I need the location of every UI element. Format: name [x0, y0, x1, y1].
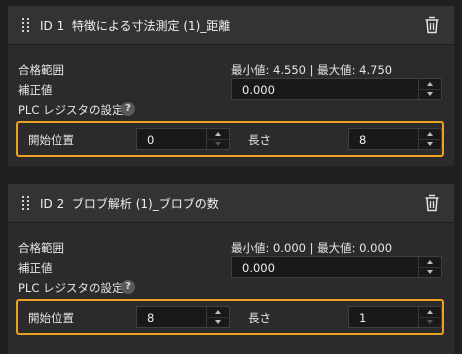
spin-down-icon[interactable] [207, 139, 228, 149]
help-icon[interactable]: ? [121, 102, 135, 116]
correction-label: 補正値 [18, 261, 53, 275]
correction-value: 0.000 [242, 83, 275, 97]
plc-settings-label: PLC レジスタの設定 [18, 281, 124, 295]
start-position-value: 8 [147, 311, 155, 325]
drag-handle-icon[interactable] [21, 196, 31, 210]
panel-header: ID 1 特徴による寸法測定 (1)_距離 [8, 6, 454, 45]
start-position-spinbox[interactable]: 0 [136, 128, 230, 150]
help-icon[interactable]: ? [121, 280, 135, 294]
correction-value: 0.000 [242, 261, 275, 275]
pass-range-value: 最小値: 0.000 | 最大値: 0.000 [231, 241, 393, 255]
plc-settings-label: PLC レジスタの設定 [18, 103, 124, 117]
length-value: 8 [359, 133, 367, 147]
panel-title-text: 特徴による寸法測定 (1)_距離 [71, 19, 231, 33]
spin-down-icon[interactable] [419, 267, 440, 277]
start-position-spinbox[interactable]: 8 [136, 306, 230, 328]
spin-down-icon[interactable] [419, 139, 440, 149]
length-spinbox[interactable]: 1 [348, 306, 442, 328]
length-label: 長さ [248, 311, 271, 325]
panel-id-label: ID 1 [40, 19, 65, 33]
plc-register-box: 開始位置 0 長さ 8 [16, 121, 444, 157]
correction-label: 補正値 [18, 83, 53, 97]
pass-range-label: 合格範囲 [18, 241, 64, 255]
start-position-value: 0 [147, 133, 155, 147]
pass-range-value: 最小値: 4.550 | 最大値: 4.750 [231, 63, 393, 77]
correction-spinbox[interactable]: 0.000 [231, 256, 442, 278]
trash-icon[interactable] [424, 16, 440, 34]
panel-id-label: ID 2 [40, 197, 65, 211]
trash-icon[interactable] [424, 194, 440, 212]
length-value: 1 [359, 311, 367, 325]
spin-down-icon[interactable] [419, 89, 440, 99]
correction-spinbox[interactable]: 0.000 [231, 78, 442, 100]
panel-title: ID 1 特徴による寸法測定 (1)_距離 [40, 17, 230, 34]
drag-handle-icon[interactable] [21, 18, 31, 32]
length-spinbox[interactable]: 8 [348, 128, 442, 150]
panel-title: ID 2 ブロブ解析 (1)_ブロブの数 [40, 195, 219, 212]
panel-title-text: ブロブ解析 (1)_ブロブの数 [71, 197, 219, 211]
plc-register-box: 開始位置 8 長さ 1 [16, 299, 444, 335]
start-position-label: 開始位置 [28, 133, 74, 147]
panel-header: ID 2 ブロブ解析 (1)_ブロブの数 [8, 184, 454, 223]
start-position-label: 開始位置 [28, 311, 74, 325]
pass-range-label: 合格範囲 [18, 63, 64, 77]
spin-down-icon[interactable] [207, 317, 228, 327]
measurement-panel-1: ID 1 特徴による寸法測定 (1)_距離 合格範囲 最小値: 4.550 | … [8, 6, 454, 166]
measurement-panel-2: ID 2 ブロブ解析 (1)_ブロブの数 合格範囲 最小値: 0.000 | 最… [8, 184, 454, 354]
length-label: 長さ [248, 133, 271, 147]
spin-down-icon[interactable] [419, 317, 440, 327]
